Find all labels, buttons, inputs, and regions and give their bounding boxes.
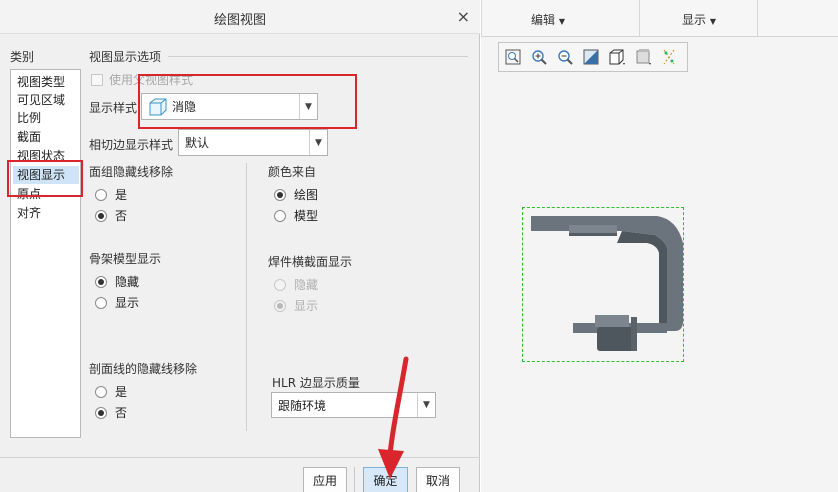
radio-label: 隐藏 — [115, 275, 140, 289]
dialog-titlebar: 绘图视图 × — [0, 0, 480, 34]
hlr-quality-value: 跟随环境 — [278, 398, 327, 413]
menu-edit[interactable]: 编辑 ▼ — [531, 11, 565, 28]
dialog-title: 绘图视图 — [213, 13, 266, 28]
category-visible-area[interactable]: 可见区域 — [17, 91, 65, 109]
radio-circle — [274, 299, 286, 312]
radio-label: 模型 — [294, 209, 319, 223]
zoom-out-icon[interactable] — [555, 47, 575, 67]
menu-bar: 编辑 ▼ 显示 ▼ — [481, 0, 838, 37]
radio-label: 否 — [115, 406, 128, 420]
close-icon[interactable]: × — [457, 7, 470, 26]
color-from-drawing-radio[interactable]: 绘图 — [274, 186, 318, 203]
radio-label: 绘图 — [294, 188, 319, 202]
saved-views-icon[interactable] — [633, 47, 653, 67]
radio-label: 隐藏 — [294, 278, 319, 292]
zoom-in-icon[interactable] — [529, 47, 549, 67]
radio-circle — [95, 188, 107, 201]
category-origin[interactable]: 原点 — [17, 185, 41, 203]
radio-circle — [95, 406, 107, 419]
apply-button[interactable]: 应用 — [303, 467, 347, 492]
drawing-workspace: 编辑 ▼ 显示 ▼ — [481, 0, 838, 492]
menu-display[interactable]: 显示 ▼ — [682, 11, 716, 28]
menu-display-label: 显示 — [682, 13, 707, 27]
dropdown-caret-icon: ▼ — [558, 17, 565, 26]
radio-circle — [95, 209, 107, 222]
column-divider — [246, 163, 247, 431]
radio-label: 显示 — [115, 296, 140, 310]
zoom-fit-icon[interactable] — [503, 47, 523, 67]
weld-show-radio: 显示 — [274, 297, 318, 314]
radio-circle — [95, 385, 107, 398]
radio-circle — [274, 278, 286, 291]
skeleton-hide-radio[interactable]: 隐藏 — [95, 273, 139, 290]
cancel-button[interactable]: 取消 — [416, 467, 460, 492]
drawing-canvas[interactable] — [481, 80, 838, 492]
radio-circle — [95, 275, 107, 288]
checkbox-box — [91, 73, 103, 86]
repaint-icon[interactable] — [581, 47, 601, 67]
display-style-value: 消隐 — [172, 100, 197, 114]
categories-label: 类别 — [10, 50, 35, 64]
menu-separator — [481, 0, 482, 37]
use-parent-style-checkbox[interactable]: 使用父视图样式 — [91, 71, 193, 88]
skeleton-display-label: 骨架模型显示 — [89, 252, 162, 266]
button-separator — [354, 467, 355, 492]
face-group-hidden-yes-radio[interactable]: 是 — [95, 186, 127, 203]
radio-circle — [274, 188, 286, 201]
menu-separator — [757, 0, 758, 37]
skeleton-show-radio[interactable]: 显示 — [95, 294, 139, 311]
radio-label: 是 — [115, 188, 128, 202]
datum-display-icon[interactable] — [659, 47, 679, 67]
graphics-toolbar — [498, 42, 688, 72]
category-alignment[interactable]: 对齐 — [17, 204, 41, 222]
category-view-state[interactable]: 视图状态 — [17, 147, 65, 165]
hlr-quality-label: HLR 边显示质量 — [272, 376, 360, 390]
face-group-hidden-no-radio[interactable]: 否 — [95, 207, 127, 224]
display-style-select[interactable]: 消隐 ▼ — [141, 93, 318, 120]
radio-circle — [95, 296, 107, 309]
part-drawing-view — [531, 216, 683, 351]
hidden-line-cube-icon — [148, 98, 168, 116]
radio-circle — [274, 209, 286, 222]
display-style-label: 显示样式 — [89, 101, 138, 115]
radio-label: 否 — [115, 209, 128, 223]
xsection-hidden-yes-radio[interactable]: 是 — [95, 383, 127, 400]
xsection-hidden-label: 剖面线的隐藏线移除 — [89, 362, 198, 376]
section-divider — [168, 56, 468, 57]
category-view-display[interactable]: 视图显示 — [13, 166, 79, 184]
color-from-model-radio[interactable]: 模型 — [274, 207, 318, 224]
category-list: 视图类型 可见区域 比例 截面 视图状态 视图显示 原点 对齐 — [10, 69, 81, 438]
menu-separator — [639, 0, 640, 37]
dropdown-caret-icon: ▼ — [709, 17, 716, 26]
tangent-edge-value: 默认 — [185, 136, 210, 150]
chevron-down-icon[interactable]: ▼ — [309, 130, 327, 155]
display-style-icon[interactable] — [607, 47, 627, 67]
category-scale[interactable]: 比例 — [17, 109, 41, 127]
weld-hide-radio: 隐藏 — [274, 276, 318, 293]
color-from-label: 颜色来自 — [268, 165, 317, 179]
tangent-edge-label: 相切边显示样式 — [89, 138, 174, 152]
chevron-down-icon[interactable]: ▼ — [299, 94, 317, 119]
use-parent-style-label: 使用父视图样式 — [109, 73, 194, 87]
radio-label: 显示 — [294, 299, 319, 313]
category-section[interactable]: 截面 — [17, 128, 41, 146]
category-view-type[interactable]: 视图类型 — [17, 73, 65, 91]
tangent-edge-select[interactable]: 默认 ▼ — [178, 129, 328, 156]
xsection-hidden-no-radio[interactable]: 否 — [95, 404, 127, 421]
menu-edit-label: 编辑 — [531, 13, 556, 27]
weld-section-display-label: 焊件横截面显示 — [268, 255, 353, 269]
annotation-arrow-icon — [378, 356, 409, 479]
face-group-hidden-label: 面组隐藏线移除 — [89, 165, 174, 179]
radio-label: 是 — [115, 385, 128, 399]
section-title: 视图显示选项 — [89, 50, 162, 64]
